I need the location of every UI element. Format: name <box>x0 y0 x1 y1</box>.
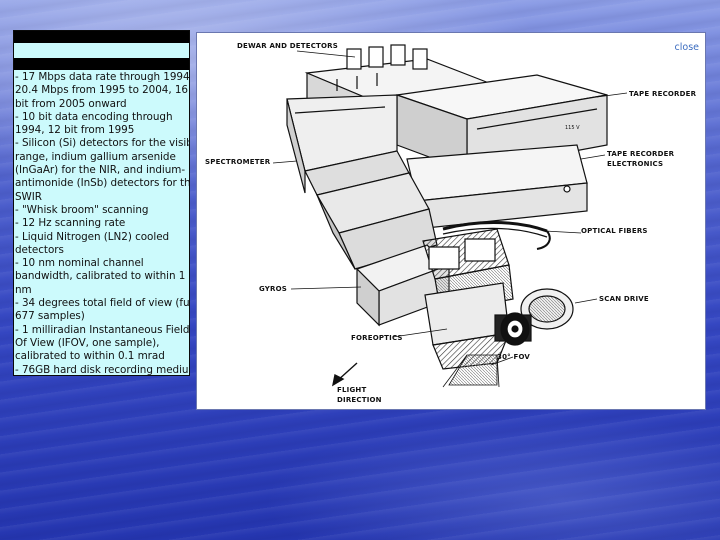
spec-line: - 10 nm nominal channel <box>15 257 144 270</box>
spec-line: antimonide (InSb) detectors for the <box>15 177 190 190</box>
instrument-diagram: 115 V DEWAR AND DETECTORS TAPE RECORDER … <box>205 42 697 404</box>
label-fov: 30° FOV <box>497 353 530 361</box>
figure-popup: 115 V DEWAR AND DETECTORS TAPE RECORDER … <box>196 32 706 410</box>
spec-line: range, indium gallium arsenide <box>15 150 176 163</box>
spec-line: calibrated to within 0.1 mrad <box>15 350 165 363</box>
spec-line: - 34 degrees total field of view (full <box>15 297 190 310</box>
spec-line: 677 samples) <box>15 310 85 323</box>
tape-recorder-electronics <box>406 144 588 230</box>
spec-line: 1994, 12 bit from 1995 <box>15 124 135 137</box>
label-optical-fibers: OPTICAL FIBERS <box>581 227 648 235</box>
spec-line: SWIR <box>15 190 42 203</box>
spec-line: Of View (IFOV, one sample), <box>15 336 160 349</box>
spec-line: detectors <box>15 243 64 256</box>
spec-line: 20.4 Mbps from 1995 to 2004, 16 <box>15 84 188 97</box>
specifications-list: - 17 Mbps data rate through 1994, 20.4 Mb… <box>15 71 190 376</box>
spec-line: bit from 2005 onward <box>15 97 127 110</box>
label-spectrometer: SPECTROMETER <box>205 158 271 166</box>
label-tape-recorder: TAPE RECORDER <box>629 90 697 98</box>
label-scan-drive: SCAN DRIVE <box>599 295 649 303</box>
label-flight-direction-line2: DIRECTION <box>337 396 382 404</box>
panel-divider-bar <box>14 58 189 70</box>
label-foreoptics: FOREOPTICS <box>351 334 403 342</box>
label-tape-recorder-electronics-line2: ELECTRONICS <box>607 160 663 168</box>
spec-line: - 76GB hard disk recording medium <box>15 363 190 376</box>
spec-line: bandwidth, calibrated to within 1 <box>15 270 186 283</box>
spec-line: (InGaAr) for the NIR, and indium- <box>15 164 186 177</box>
spec-line: - Liquid Nitrogen (LN2) cooled <box>15 230 170 243</box>
flight-direction-arrow <box>332 362 358 387</box>
spec-line: - 10 bit data encoding through <box>15 110 173 123</box>
label-tape-recorder-electronics-line1: TAPE RECORDER <box>607 150 675 158</box>
spec-line: - 1 milliradian Instantaneous Field <box>15 323 190 336</box>
spec-line: - 17 Mbps data rate through 1994, <box>15 71 190 83</box>
specifications-panel: - 17 Mbps data rate through 1994, 20.4 Mb… <box>13 30 190 376</box>
spec-line: - "Whisk broom" scanning <box>15 203 149 216</box>
spec-line: - Silicon (Si) detectors for the visible <box>15 137 190 150</box>
panel-header-bar <box>14 31 189 43</box>
label-flight-direction-line1: FLIGHT <box>337 386 366 394</box>
foreoptics-assembly <box>422 228 514 370</box>
svg-text:115 V: 115 V <box>565 125 580 131</box>
spec-line: - 12 Hz scanning rate <box>15 217 126 230</box>
close-link[interactable]: close <box>675 42 699 53</box>
label-dewar-and-detectors: DEWAR AND DETECTORS <box>237 42 338 50</box>
label-gyros: GYROS <box>259 285 287 293</box>
spec-line: nm <box>15 283 32 296</box>
